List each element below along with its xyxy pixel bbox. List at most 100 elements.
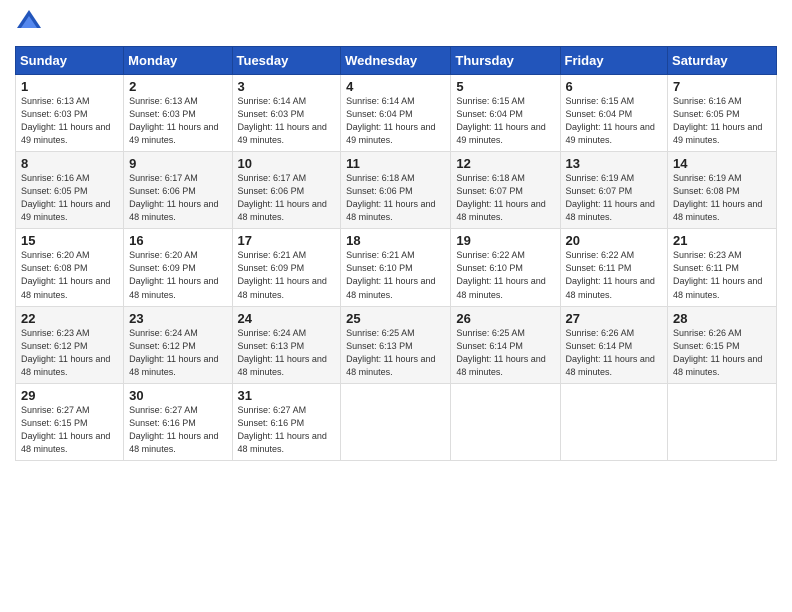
- day-number: 24: [238, 311, 336, 326]
- day-number: 18: [346, 233, 445, 248]
- day-number: 21: [673, 233, 771, 248]
- calendar-cell: 24Sunrise: 6:24 AM Sunset: 6:13 PM Dayli…: [232, 306, 341, 383]
- calendar-cell: [560, 383, 668, 460]
- day-number: 3: [238, 79, 336, 94]
- day-info: Sunrise: 6:15 AM Sunset: 6:04 PM Dayligh…: [456, 95, 554, 147]
- calendar-cell: 11Sunrise: 6:18 AM Sunset: 6:06 PM Dayli…: [341, 152, 451, 229]
- header-cell-saturday: Saturday: [668, 47, 777, 75]
- calendar-body: 1Sunrise: 6:13 AM Sunset: 6:03 PM Daylig…: [16, 75, 777, 461]
- calendar-cell: [668, 383, 777, 460]
- day-number: 22: [21, 311, 118, 326]
- day-number: 20: [566, 233, 663, 248]
- day-info: Sunrise: 6:25 AM Sunset: 6:13 PM Dayligh…: [346, 327, 445, 379]
- day-number: 19: [456, 233, 554, 248]
- header-cell-monday: Monday: [124, 47, 232, 75]
- day-number: 14: [673, 156, 771, 171]
- calendar-cell: 29Sunrise: 6:27 AM Sunset: 6:15 PM Dayli…: [16, 383, 124, 460]
- day-number: 8: [21, 156, 118, 171]
- calendar-cell: 4Sunrise: 6:14 AM Sunset: 6:04 PM Daylig…: [341, 75, 451, 152]
- calendar-row: 15Sunrise: 6:20 AM Sunset: 6:08 PM Dayli…: [16, 229, 777, 306]
- calendar-row: 8Sunrise: 6:16 AM Sunset: 6:05 PM Daylig…: [16, 152, 777, 229]
- header-cell-friday: Friday: [560, 47, 668, 75]
- day-info: Sunrise: 6:13 AM Sunset: 6:03 PM Dayligh…: [129, 95, 226, 147]
- calendar-cell: 8Sunrise: 6:16 AM Sunset: 6:05 PM Daylig…: [16, 152, 124, 229]
- day-info: Sunrise: 6:17 AM Sunset: 6:06 PM Dayligh…: [238, 172, 336, 224]
- day-info: Sunrise: 6:23 AM Sunset: 6:12 PM Dayligh…: [21, 327, 118, 379]
- calendar-cell: 19Sunrise: 6:22 AM Sunset: 6:10 PM Dayli…: [451, 229, 560, 306]
- calendar-cell: 7Sunrise: 6:16 AM Sunset: 6:05 PM Daylig…: [668, 75, 777, 152]
- calendar-cell: [451, 383, 560, 460]
- calendar-row: 1Sunrise: 6:13 AM Sunset: 6:03 PM Daylig…: [16, 75, 777, 152]
- calendar-table: SundayMondayTuesdayWednesdayThursdayFrid…: [15, 46, 777, 461]
- day-info: Sunrise: 6:18 AM Sunset: 6:07 PM Dayligh…: [456, 172, 554, 224]
- page: SundayMondayTuesdayWednesdayThursdayFrid…: [0, 0, 792, 612]
- day-info: Sunrise: 6:24 AM Sunset: 6:12 PM Dayligh…: [129, 327, 226, 379]
- day-number: 28: [673, 311, 771, 326]
- header-cell-sunday: Sunday: [16, 47, 124, 75]
- day-info: Sunrise: 6:26 AM Sunset: 6:15 PM Dayligh…: [673, 327, 771, 379]
- day-info: Sunrise: 6:27 AM Sunset: 6:15 PM Dayligh…: [21, 404, 118, 456]
- day-info: Sunrise: 6:22 AM Sunset: 6:10 PM Dayligh…: [456, 249, 554, 301]
- calendar-cell: 14Sunrise: 6:19 AM Sunset: 6:08 PM Dayli…: [668, 152, 777, 229]
- day-number: 4: [346, 79, 445, 94]
- calendar-cell: 15Sunrise: 6:20 AM Sunset: 6:08 PM Dayli…: [16, 229, 124, 306]
- logo-icon: [15, 8, 43, 36]
- day-info: Sunrise: 6:13 AM Sunset: 6:03 PM Dayligh…: [21, 95, 118, 147]
- calendar-header: SundayMondayTuesdayWednesdayThursdayFrid…: [16, 47, 777, 75]
- header-cell-thursday: Thursday: [451, 47, 560, 75]
- header-cell-wednesday: Wednesday: [341, 47, 451, 75]
- day-info: Sunrise: 6:24 AM Sunset: 6:13 PM Dayligh…: [238, 327, 336, 379]
- day-info: Sunrise: 6:26 AM Sunset: 6:14 PM Dayligh…: [566, 327, 663, 379]
- day-info: Sunrise: 6:18 AM Sunset: 6:06 PM Dayligh…: [346, 172, 445, 224]
- header-row: SundayMondayTuesdayWednesdayThursdayFrid…: [16, 47, 777, 75]
- calendar-row: 29Sunrise: 6:27 AM Sunset: 6:15 PM Dayli…: [16, 383, 777, 460]
- calendar-cell: 1Sunrise: 6:13 AM Sunset: 6:03 PM Daylig…: [16, 75, 124, 152]
- calendar-cell: 10Sunrise: 6:17 AM Sunset: 6:06 PM Dayli…: [232, 152, 341, 229]
- day-info: Sunrise: 6:19 AM Sunset: 6:07 PM Dayligh…: [566, 172, 663, 224]
- day-info: Sunrise: 6:27 AM Sunset: 6:16 PM Dayligh…: [238, 404, 336, 456]
- day-number: 10: [238, 156, 336, 171]
- logo: [15, 10, 47, 38]
- day-number: 11: [346, 156, 445, 171]
- calendar-cell: 18Sunrise: 6:21 AM Sunset: 6:10 PM Dayli…: [341, 229, 451, 306]
- calendar-cell: 12Sunrise: 6:18 AM Sunset: 6:07 PM Dayli…: [451, 152, 560, 229]
- day-info: Sunrise: 6:22 AM Sunset: 6:11 PM Dayligh…: [566, 249, 663, 301]
- day-info: Sunrise: 6:15 AM Sunset: 6:04 PM Dayligh…: [566, 95, 663, 147]
- day-info: Sunrise: 6:17 AM Sunset: 6:06 PM Dayligh…: [129, 172, 226, 224]
- day-number: 2: [129, 79, 226, 94]
- calendar-cell: 31Sunrise: 6:27 AM Sunset: 6:16 PM Dayli…: [232, 383, 341, 460]
- day-info: Sunrise: 6:21 AM Sunset: 6:09 PM Dayligh…: [238, 249, 336, 301]
- calendar-cell: 17Sunrise: 6:21 AM Sunset: 6:09 PM Dayli…: [232, 229, 341, 306]
- calendar-cell: 3Sunrise: 6:14 AM Sunset: 6:03 PM Daylig…: [232, 75, 341, 152]
- calendar-cell: 5Sunrise: 6:15 AM Sunset: 6:04 PM Daylig…: [451, 75, 560, 152]
- calendar-cell: 28Sunrise: 6:26 AM Sunset: 6:15 PM Dayli…: [668, 306, 777, 383]
- day-info: Sunrise: 6:21 AM Sunset: 6:10 PM Dayligh…: [346, 249, 445, 301]
- day-number: 7: [673, 79, 771, 94]
- day-number: 29: [21, 388, 118, 403]
- calendar-cell: 26Sunrise: 6:25 AM Sunset: 6:14 PM Dayli…: [451, 306, 560, 383]
- day-number: 25: [346, 311, 445, 326]
- day-number: 26: [456, 311, 554, 326]
- calendar-cell: 6Sunrise: 6:15 AM Sunset: 6:04 PM Daylig…: [560, 75, 668, 152]
- header-cell-tuesday: Tuesday: [232, 47, 341, 75]
- day-number: 15: [21, 233, 118, 248]
- day-info: Sunrise: 6:25 AM Sunset: 6:14 PM Dayligh…: [456, 327, 554, 379]
- calendar-cell: 25Sunrise: 6:25 AM Sunset: 6:13 PM Dayli…: [341, 306, 451, 383]
- day-number: 16: [129, 233, 226, 248]
- day-info: Sunrise: 6:14 AM Sunset: 6:03 PM Dayligh…: [238, 95, 336, 147]
- day-info: Sunrise: 6:23 AM Sunset: 6:11 PM Dayligh…: [673, 249, 771, 301]
- header: [15, 10, 777, 38]
- day-info: Sunrise: 6:16 AM Sunset: 6:05 PM Dayligh…: [673, 95, 771, 147]
- calendar-row: 22Sunrise: 6:23 AM Sunset: 6:12 PM Dayli…: [16, 306, 777, 383]
- day-number: 9: [129, 156, 226, 171]
- day-info: Sunrise: 6:16 AM Sunset: 6:05 PM Dayligh…: [21, 172, 118, 224]
- day-number: 12: [456, 156, 554, 171]
- calendar-cell: 13Sunrise: 6:19 AM Sunset: 6:07 PM Dayli…: [560, 152, 668, 229]
- day-info: Sunrise: 6:14 AM Sunset: 6:04 PM Dayligh…: [346, 95, 445, 147]
- day-number: 23: [129, 311, 226, 326]
- calendar-cell: 2Sunrise: 6:13 AM Sunset: 6:03 PM Daylig…: [124, 75, 232, 152]
- calendar-cell: 22Sunrise: 6:23 AM Sunset: 6:12 PM Dayli…: [16, 306, 124, 383]
- calendar-cell: 16Sunrise: 6:20 AM Sunset: 6:09 PM Dayli…: [124, 229, 232, 306]
- calendar-cell: 27Sunrise: 6:26 AM Sunset: 6:14 PM Dayli…: [560, 306, 668, 383]
- day-info: Sunrise: 6:20 AM Sunset: 6:09 PM Dayligh…: [129, 249, 226, 301]
